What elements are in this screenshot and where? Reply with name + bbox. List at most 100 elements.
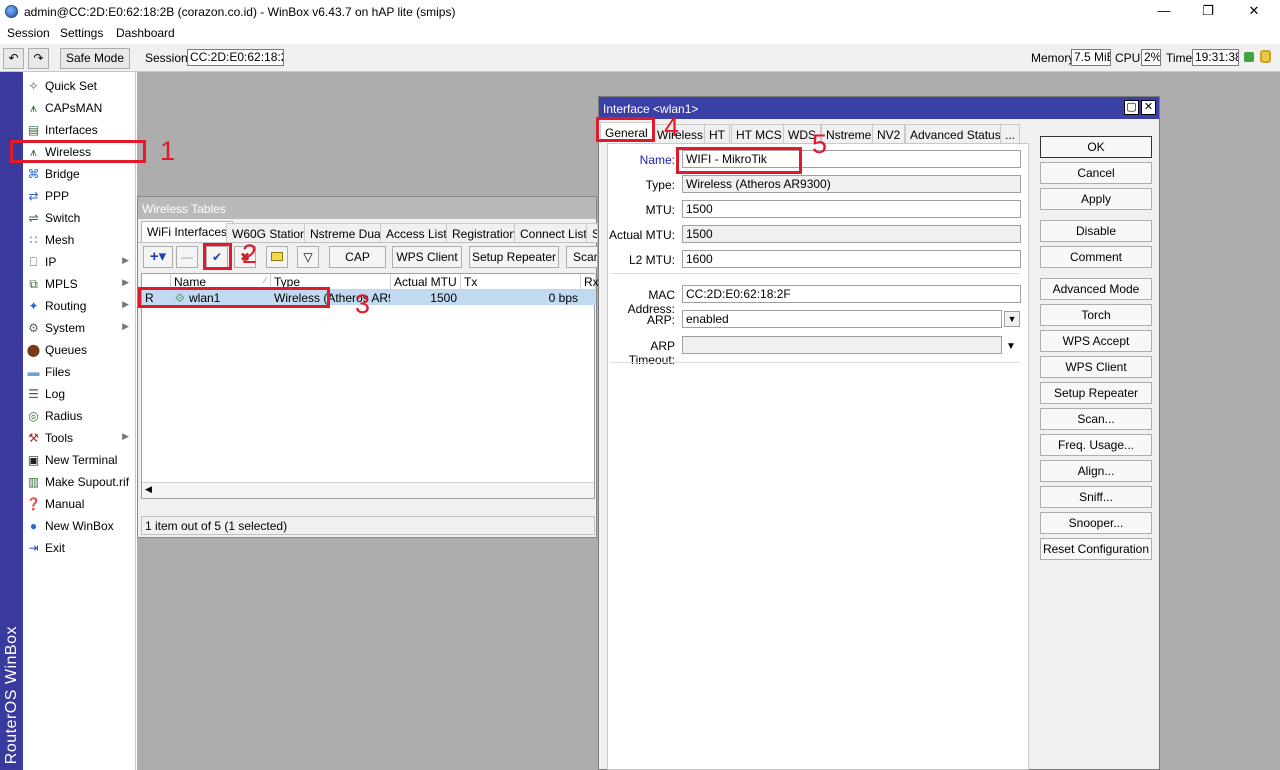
wps-client-button[interactable]: WPS Client xyxy=(1040,356,1152,378)
sidebar-item-new-terminal[interactable]: ▣ New Terminal xyxy=(23,449,136,471)
sidebar-item-system[interactable]: ⚙ System ▶ xyxy=(23,317,136,339)
sidebar-item-manual[interactable]: ❓ Manual xyxy=(23,493,136,515)
tab-registration[interactable]: Registration xyxy=(446,223,523,242)
sidebar-item-exit[interactable]: ⇥ Exit xyxy=(23,537,136,559)
sidebar-item-label: System xyxy=(45,321,86,335)
scroll-left-icon[interactable]: ◀ xyxy=(145,484,152,495)
sidebar-item-queues[interactable]: ⬤ Queues xyxy=(23,339,136,361)
sidebar-item-bridge[interactable]: ⌘ Bridge xyxy=(23,163,136,185)
freq-usage-button[interactable]: Freq. Usage... xyxy=(1040,434,1152,456)
horizontal-scrollbar[interactable]: ◀ xyxy=(142,482,594,498)
tab-general[interactable]: General xyxy=(600,122,653,143)
sidebar-item-make-supout-rif[interactable]: ▥ Make Supout.rif xyxy=(23,471,136,493)
wps-accept-button[interactable]: WPS Accept xyxy=(1040,330,1152,352)
cancel-button[interactable]: Cancel xyxy=(1040,162,1152,184)
setup-repeater-button[interactable]: Setup Repeater xyxy=(1040,382,1152,404)
column-header-actual-mtu[interactable]: Actual MTU xyxy=(391,274,461,290)
torch-button[interactable]: Torch xyxy=(1040,304,1152,326)
setup-repeater-button[interactable]: Setup Repeater xyxy=(469,246,559,268)
tab-nstreme-dual[interactable]: Nstreme Dual xyxy=(304,223,390,242)
remove-button[interactable]: — xyxy=(176,246,198,268)
reset-configuration-button[interactable]: Reset Configuration xyxy=(1040,538,1152,560)
sniff-button[interactable]: Sniff... xyxy=(1040,486,1152,508)
column-header-tx[interactable]: Tx xyxy=(461,274,581,290)
arp-timeout-toggle-icon[interactable]: ▼ xyxy=(1006,341,1016,352)
sidebar-item-quick-set[interactable]: ✧ Quick Set xyxy=(23,75,136,97)
sidebar-item-wireless[interactable]: ⩚ Wireless xyxy=(23,141,136,163)
column-header-rx[interactable]: Rx xyxy=(581,274,599,290)
l2mtu-label: L2 MTU: xyxy=(628,253,675,267)
comment-button[interactable]: Comment xyxy=(1040,246,1152,268)
advanced-mode-button[interactable]: Advanced Mode xyxy=(1040,278,1152,300)
time-value: 19:31:38 xyxy=(1192,49,1239,66)
sidebar-item-log[interactable]: ☰ Log xyxy=(23,383,136,405)
menu-session[interactable]: Session xyxy=(7,26,50,40)
tab-more[interactable]: S xyxy=(586,223,598,242)
undo-button[interactable]: ↶ xyxy=(3,48,24,69)
tab-ht-mcs[interactable]: HT MCS xyxy=(731,124,787,143)
restore-button[interactable]: ❐ xyxy=(1198,2,1218,20)
folder-icon: ▬ xyxy=(27,365,40,379)
tab-advanced-status[interactable]: Advanced Status xyxy=(905,124,1006,143)
arp-select[interactable]: enabled xyxy=(682,310,1002,328)
column-header-name[interactable]: Name ∕ xyxy=(171,274,271,290)
sidebar-item-mpls[interactable]: ⧉ MPLS ▶ xyxy=(23,273,136,295)
sidebar-item-ppp[interactable]: ⇄ PPP xyxy=(23,185,136,207)
sidebar-item-ip[interactable]: ⎕ IP ▶ xyxy=(23,251,136,273)
tab-connect-list[interactable]: Connect List xyxy=(514,223,593,242)
sidebar-item-capsman[interactable]: ⩚ CAPsMAN xyxy=(23,97,136,119)
apply-button[interactable]: Apply xyxy=(1040,188,1152,210)
cap-button[interactable]: CAP xyxy=(329,246,386,268)
sidebar-item-switch[interactable]: ⇌ Switch xyxy=(23,207,136,229)
arp-dropdown-icon[interactable]: ▼ xyxy=(1004,311,1020,327)
comment-button[interactable] xyxy=(266,246,288,268)
tab-access-list[interactable]: Access List xyxy=(380,223,453,242)
menu-dashboard[interactable]: Dashboard xyxy=(116,26,175,40)
redo-button[interactable]: ↷ xyxy=(28,48,49,69)
align-button[interactable]: Align... xyxy=(1040,460,1152,482)
disable-button[interactable]: Disable xyxy=(1040,220,1152,242)
wand-icon: ✧ xyxy=(28,79,39,93)
snooper-button[interactable]: Snooper... xyxy=(1040,512,1152,534)
sidebar-item-routing[interactable]: ✦ Routing ▶ xyxy=(23,295,136,317)
sidebar-item-interfaces[interactable]: ▤ Interfaces xyxy=(23,119,136,141)
mtu-label: MTU: xyxy=(645,203,675,217)
menu-settings[interactable]: Settings xyxy=(60,26,103,40)
filter-button[interactable]: ▽ xyxy=(297,246,319,268)
close-window-button[interactable]: ✕ xyxy=(1141,100,1156,115)
sidebar-item-label: Interfaces xyxy=(45,123,98,137)
tab-wireless[interactable]: Wireless xyxy=(652,124,709,143)
enable-button[interactable]: ✔ xyxy=(206,246,228,268)
sidebar-item-radius[interactable]: ◎ Radius xyxy=(23,405,136,427)
tab-nstreme[interactable]: Nstreme xyxy=(821,124,877,143)
ok-button[interactable]: OK xyxy=(1040,136,1152,158)
sidebar-item-mesh[interactable]: ∷ Mesh xyxy=(23,229,136,251)
safe-mode-button[interactable]: Safe Mode xyxy=(60,48,130,69)
add-button[interactable]: +▾ xyxy=(143,246,173,268)
scan-button[interactable]: Scan... xyxy=(1040,408,1152,430)
tab-ht[interactable]: HT xyxy=(704,124,730,143)
column-header-flags[interactable] xyxy=(142,274,171,290)
scan-button[interactable]: Scan xyxy=(566,246,598,268)
tab-wifi-interfaces[interactable]: WiFi Interfaces xyxy=(141,221,234,242)
mtu-input[interactable]: 1500 xyxy=(682,200,1021,218)
wps-client-button[interactable]: WPS Client xyxy=(392,246,462,268)
name-input[interactable]: WIFI - MikroTik xyxy=(682,150,1021,168)
sidebar-brand-strip: RouterOS WinBox xyxy=(0,72,23,770)
sidebar-item-label: Manual xyxy=(45,497,85,511)
column-header-type[interactable]: Type xyxy=(271,274,391,290)
minimize-button[interactable]: — xyxy=(1154,2,1174,20)
l2mtu-input[interactable]: 1600 xyxy=(682,250,1021,268)
arp-timeout-input[interactable] xyxy=(682,336,1002,354)
tab-w60g-station[interactable]: W60G Station xyxy=(226,223,313,242)
tab-nv2[interactable]: NV2 xyxy=(872,124,906,143)
sidebar-item-label: Radius xyxy=(45,409,83,423)
close-button[interactable]: ✕ xyxy=(1244,2,1264,20)
maximize-window-button[interactable]: ▢ xyxy=(1124,100,1139,115)
mesh-icon: ∷ xyxy=(29,233,38,247)
mac-address-input[interactable]: CC:2D:E0:62:18:2F xyxy=(682,285,1021,303)
sidebar-item-new-winbox[interactable]: ● New WinBox xyxy=(23,515,136,537)
tab-more[interactable]: ... xyxy=(1000,124,1020,143)
sidebar-item-files[interactable]: ▬ Files xyxy=(23,361,136,383)
sidebar-item-tools[interactable]: ⚒ Tools ▶ xyxy=(23,427,136,449)
